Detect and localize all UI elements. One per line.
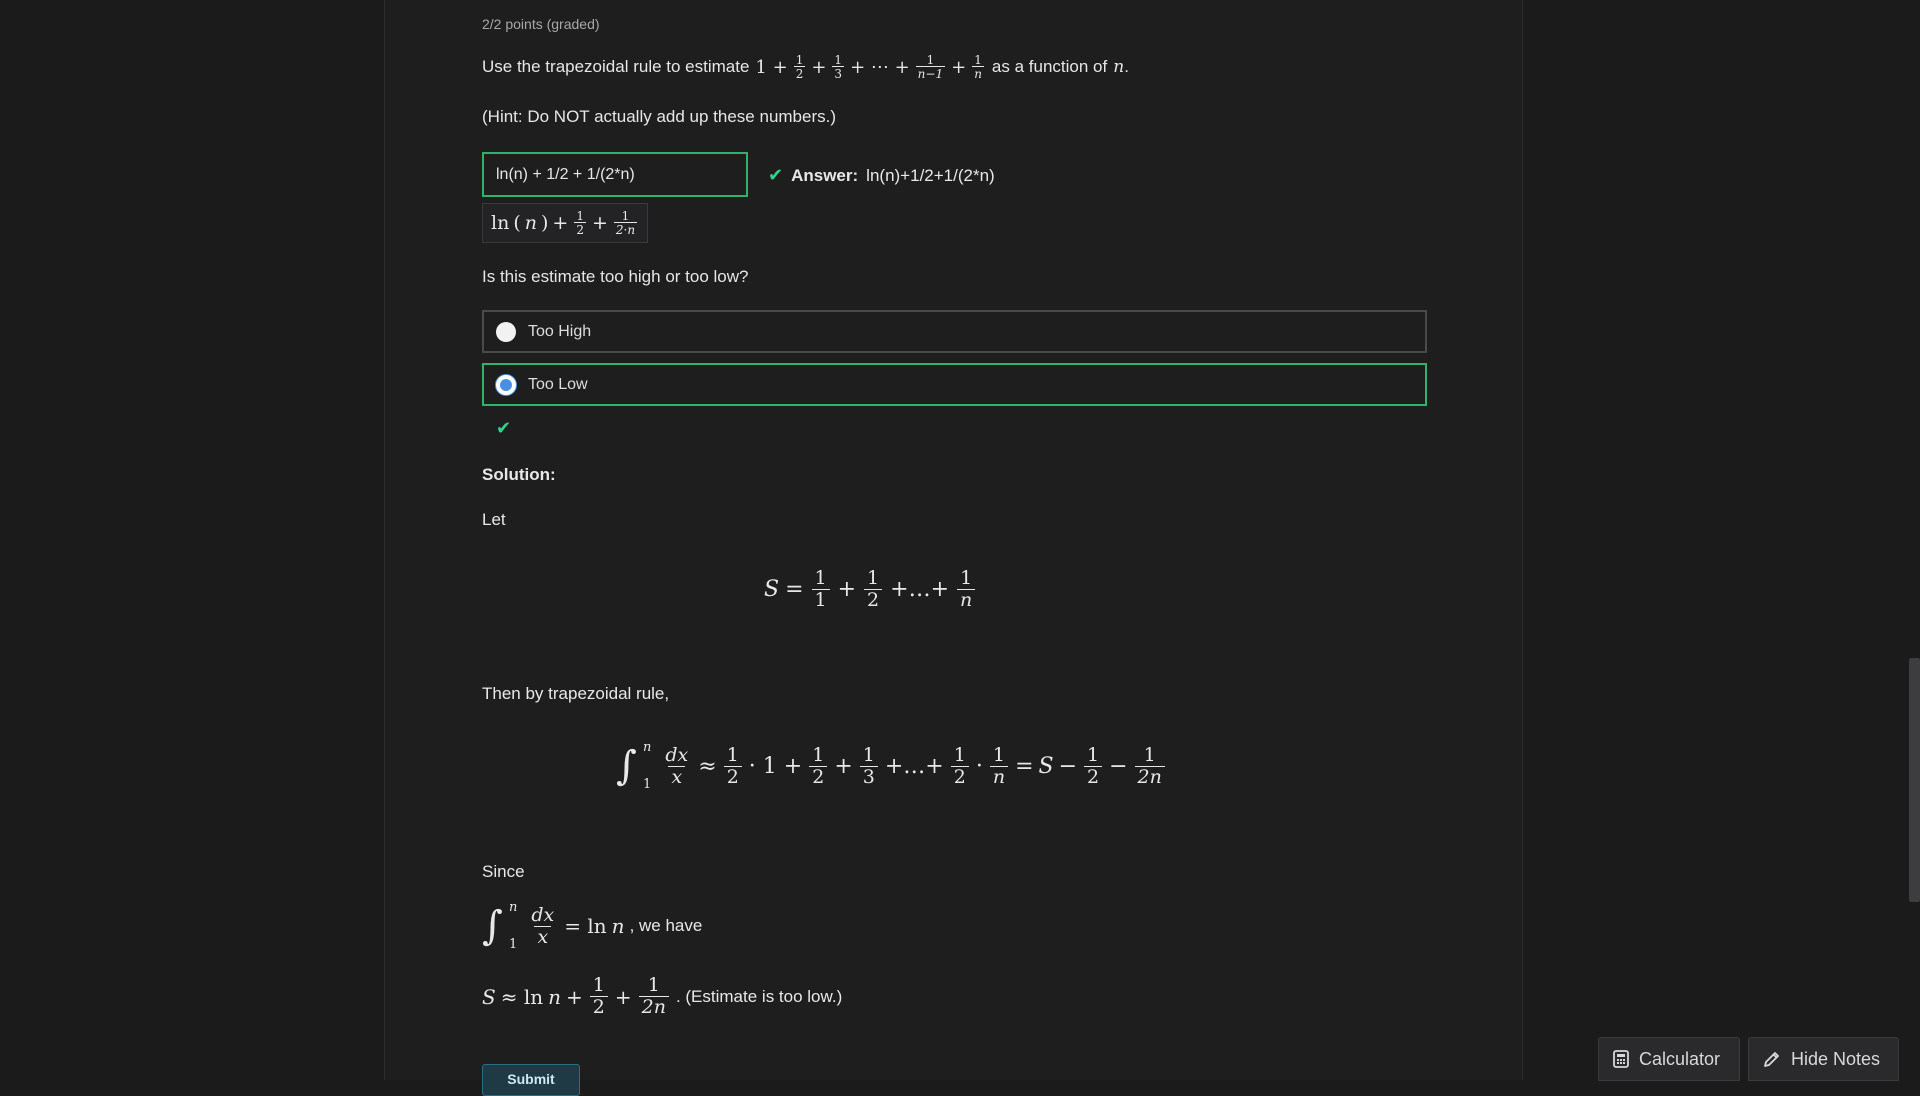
series-expression: 1 + 12 + 13 + ⋯ + 1 n−1 + 1n bbox=[755, 53, 984, 81]
equation-integral-ln: ∫ n1 dx x = ln n, we have bbox=[482, 900, 703, 952]
calculator-button[interactable]: Calculator bbox=[1598, 1037, 1740, 1081]
solution-estimate-note: . (Estimate is too low.) bbox=[675, 986, 843, 1006]
choice-too-high[interactable]: Too High bbox=[482, 310, 1427, 353]
checkmark-icon: ✔ bbox=[496, 418, 512, 438]
prompt-text-before: Use the trapezoidal rule to estimate bbox=[482, 57, 750, 76]
pencil-icon bbox=[1764, 1052, 1779, 1067]
prompt-period: . bbox=[1124, 57, 1129, 76]
hint-text: (Hint: Do NOT actually add up these numb… bbox=[482, 107, 837, 126]
hide-notes-button[interactable]: Hide Notes bbox=[1748, 1037, 1899, 1081]
scrollbar[interactable] bbox=[1908, 0, 1920, 1080]
equation-trapezoid: ∫ n1 dx x ≈ 12 · 1 + 12 + 13 +…+ 12 · 1n … bbox=[616, 740, 1167, 792]
equation-estimate: S ≈ ln n + 12 + 1 2n . (Estimate is too low.… bbox=[482, 974, 843, 1018]
math-preview: ln(n) + 12 + 1 2·n bbox=[482, 203, 649, 243]
hide-notes-label: Hide Notes bbox=[1791, 1048, 1881, 1069]
scrollbar-thumb[interactable] bbox=[1909, 658, 1920, 902]
question-prompt: Use the trapezoidal rule to estimate 1 +… bbox=[482, 54, 1129, 80]
answer-value: ln(n)+1/2+1/(2*n) bbox=[866, 165, 995, 185]
calculator-label: Calculator bbox=[1639, 1048, 1721, 1069]
calculator-icon bbox=[1613, 1050, 1629, 1068]
right-gutter bbox=[1522, 0, 1909, 1080]
equation-sum-definition: S = 11 + 12 +…+ 1n bbox=[764, 568, 977, 611]
choice-label: Too High bbox=[528, 322, 592, 340]
answer-input[interactable] bbox=[482, 152, 748, 197]
submit-button[interactable]: Submit bbox=[482, 1064, 580, 1096]
answer-label: Answer: bbox=[791, 165, 859, 185]
solution-heading: Solution: bbox=[482, 465, 556, 484]
question2-prompt: Is this estimate too high or too low? bbox=[482, 267, 749, 286]
solution-then: Then by trapezoidal rule, bbox=[482, 684, 670, 703]
solution-let: Let bbox=[482, 510, 506, 529]
solution-since: Since bbox=[482, 862, 525, 881]
checkmark-icon: ✔ bbox=[768, 165, 784, 185]
left-gutter bbox=[0, 0, 385, 1080]
radio-button[interactable] bbox=[496, 321, 516, 342]
prompt-text-after: as a function of bbox=[991, 57, 1108, 76]
choice-label: Too Low bbox=[528, 375, 588, 393]
points-status: 2/2 points (graded) bbox=[482, 16, 600, 32]
solution-we-have: , we have bbox=[629, 916, 703, 935]
choice-too-low[interactable]: Too Low bbox=[482, 363, 1427, 406]
radio-button-selected[interactable] bbox=[496, 374, 516, 395]
prompt-variable: n bbox=[1113, 57, 1125, 77]
answer-feedback: ✔ Answer: ln(n)+1/2+1/(2*n) bbox=[768, 165, 995, 186]
